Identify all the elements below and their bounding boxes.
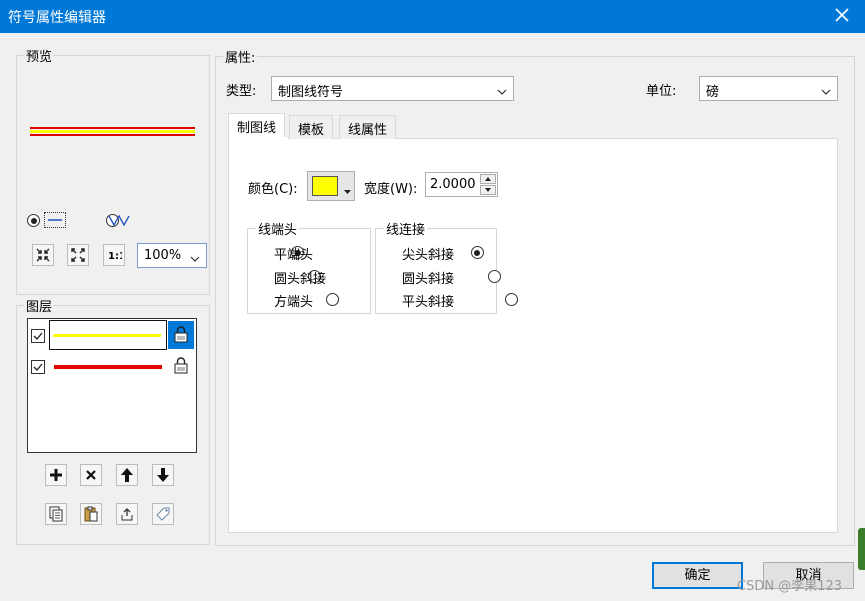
join-round-label: 圆头斜接: [402, 272, 455, 287]
color-picker-button[interactable]: [307, 171, 355, 201]
copy-layer-button[interactable]: [45, 503, 67, 525]
layers-list[interactable]: [27, 318, 197, 453]
undo-icon: [121, 508, 133, 521]
paste-icon: [84, 506, 98, 522]
zoom-value: 100%: [144, 248, 182, 263]
side-strip: [858, 528, 865, 570]
tag-layer-button[interactable]: [152, 503, 174, 525]
line-join-label: 线连接: [384, 219, 428, 238]
copy-icon: [49, 506, 63, 522]
actual-size-button[interactable]: 1:1: [103, 244, 125, 266]
checkmark-icon: [33, 332, 43, 340]
preview-label: 预览: [24, 46, 55, 65]
svg-text:1:1: 1:1: [108, 251, 122, 262]
move-layer-up-button[interactable]: [116, 464, 138, 486]
line-mode-icon: [44, 212, 66, 228]
layer-swatch-selected[interactable]: [49, 320, 167, 350]
width-spinner[interactable]: 2.0000: [425, 172, 498, 197]
add-layer-button[interactable]: [45, 464, 67, 486]
zigzag-mode-icon: [107, 212, 131, 232]
join-miter-label: 尖头斜接: [402, 248, 455, 263]
type-label: 类型:: [226, 84, 257, 99]
cap-butt-label: 平端头: [274, 248, 314, 263]
preview-line-yellow: [30, 130, 195, 133]
ok-button[interactable]: 确定: [652, 562, 743, 589]
join-bevel-radio[interactable]: [504, 293, 518, 306]
paste-layer-button[interactable]: [80, 503, 102, 525]
window-title: 符号属性编辑器: [8, 10, 106, 26]
layer-lock-button[interactable]: [168, 321, 194, 349]
lock-icon: [174, 357, 188, 374]
layer-visibility-checkbox[interactable]: [31, 360, 45, 374]
tab-template[interactable]: 模板: [289, 115, 334, 139]
zoom-out-button[interactable]: [67, 244, 89, 266]
tag-icon: [156, 507, 170, 521]
color-swatch: [312, 176, 338, 196]
chevron-down-icon: [497, 85, 507, 100]
move-layer-down-button[interactable]: [152, 464, 174, 486]
watermark: CSDN @李果123: [737, 579, 843, 594]
shrink-icon: [36, 248, 50, 262]
triangle-down-icon: [485, 188, 491, 192]
triangle-up-icon: [485, 177, 491, 181]
preview-line-red-bottom: [30, 134, 195, 136]
layer-row[interactable]: [28, 319, 196, 352]
tab-line-properties[interactable]: 线属性: [339, 115, 397, 139]
chevron-down-icon: [190, 252, 200, 267]
lock-icon: [174, 326, 188, 343]
preview-line-red-top: [30, 127, 195, 129]
join-round-radio[interactable]: [487, 270, 501, 283]
cap-square-label: 方端头: [274, 295, 314, 310]
checkmark-icon: [33, 363, 43, 371]
spinner-up-button[interactable]: [480, 174, 496, 184]
chevron-down-icon: [821, 85, 831, 100]
spinner-down-button[interactable]: [480, 185, 496, 195]
delete-layer-button[interactable]: [80, 464, 102, 486]
layer-row[interactable]: [28, 353, 196, 381]
line-cap-label: 线端头: [256, 219, 300, 238]
preview-mode-line-radio[interactable]: [27, 214, 40, 227]
unit-select[interactable]: 磅: [699, 76, 838, 101]
type-value: 制图线符号: [278, 85, 344, 100]
join-bevel-label: 平头斜接: [402, 295, 455, 310]
layers-label: 图层: [24, 296, 55, 315]
reset-layer-button[interactable]: [116, 503, 138, 525]
layer-line-red: [54, 365, 162, 369]
zoom-in-button[interactable]: [32, 244, 54, 266]
arrow-up-icon: [121, 468, 133, 482]
close-icon[interactable]: [831, 4, 853, 26]
width-label: 宽度(W):: [364, 182, 418, 197]
layer-line-yellow: [53, 334, 161, 337]
dropdown-arrow-icon: [344, 184, 351, 199]
tab-cartographic-line[interactable]: 制图线: [228, 113, 286, 139]
one-to-one-icon: 1:1: [108, 251, 122, 262]
zoom-select[interactable]: 100%: [137, 243, 207, 268]
arrow-down-icon: [157, 468, 169, 482]
properties-label: 属性:: [223, 47, 258, 66]
type-select[interactable]: 制图线符号: [271, 76, 514, 101]
unit-value: 磅: [706, 85, 720, 100]
cap-square-radio[interactable]: [325, 293, 339, 306]
join-miter-radio[interactable]: [470, 246, 484, 259]
color-label: 颜色(C):: [248, 182, 298, 197]
delete-icon: [86, 470, 96, 480]
expand-icon: [71, 248, 85, 262]
active-tab-underlap: [229, 137, 288, 139]
layer-visibility-checkbox[interactable]: [31, 329, 45, 343]
title-bar: 符号属性编辑器: [0, 0, 865, 33]
cap-round-label: 圆头斜接: [274, 272, 327, 287]
unit-label: 单位:: [646, 84, 677, 99]
plus-icon: [50, 469, 62, 481]
width-value: 2.0000: [430, 177, 476, 192]
layer-lock-button[interactable]: [170, 355, 192, 377]
